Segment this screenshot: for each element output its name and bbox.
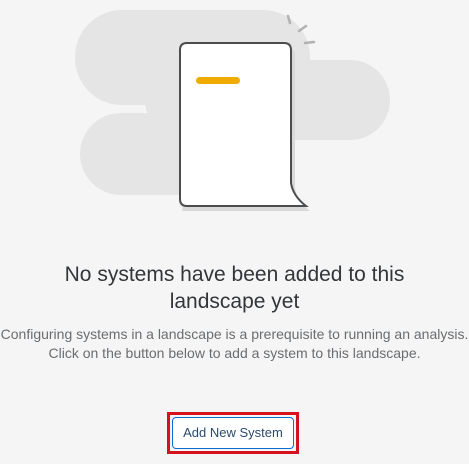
empty-state-description: Configuring systems in a landscape is a … [0, 326, 469, 361]
speech-bubble-icon [179, 42, 310, 211]
accent-line-icon [196, 77, 240, 84]
empty-state-title: No systems have been added to this lands… [64, 263, 405, 313]
add-new-system-button[interactable]: Add New System [172, 417, 294, 449]
empty-state-illustration [75, 10, 390, 211]
